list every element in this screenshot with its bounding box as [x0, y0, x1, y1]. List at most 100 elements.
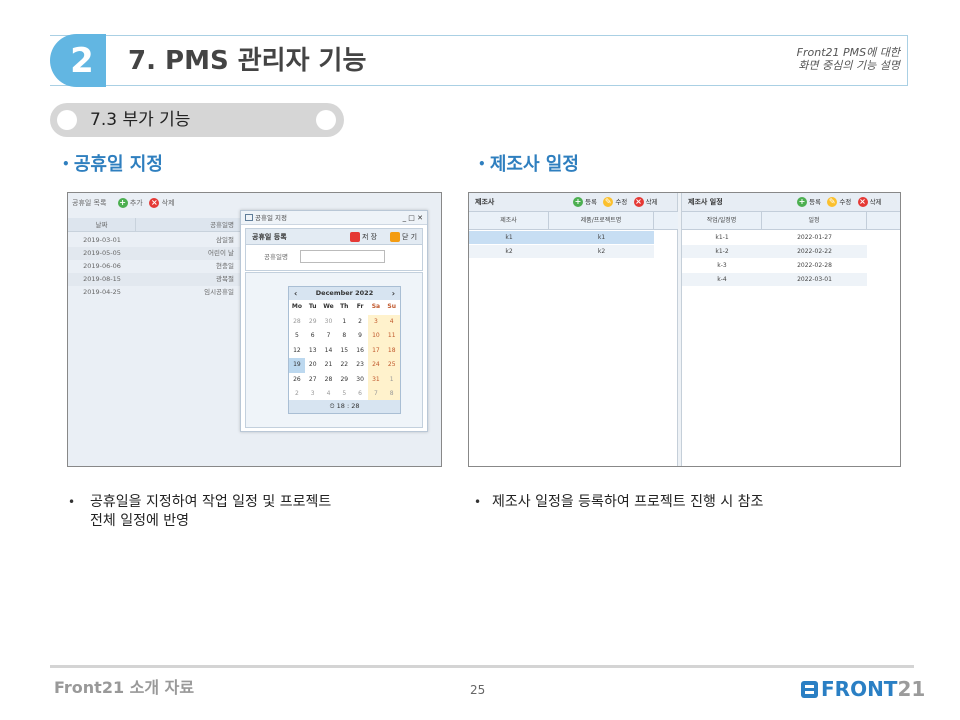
table-row[interactable]: k-4 2022-03-01 [682, 273, 867, 286]
delete-icon[interactable]: × [633, 197, 644, 207]
delete-icon[interactable]: × [149, 198, 160, 208]
edit-icon[interactable]: ✎ [827, 197, 838, 207]
calendar-day[interactable]: 29 [336, 373, 352, 388]
calendar-day[interactable]: 3 [368, 314, 384, 329]
calendar-day[interactable]: 27 [305, 373, 321, 388]
manufacturer-screenshot: 제조사 + 등록 ✎ 수정 × 삭제 제조사 제품/프로젝트명 k1 k1 k2… [468, 192, 901, 467]
table-row[interactable]: k1-2 2022-02-22 [682, 245, 867, 258]
calendar-day[interactable]: 24 [368, 358, 384, 373]
col-schedule[interactable]: 일정 [762, 212, 867, 230]
add-icon[interactable]: + [797, 197, 807, 207]
schedule-toolbar: + 등록 ✎ 수정 × 삭제 [797, 197, 882, 208]
add-icon[interactable]: + [573, 197, 583, 207]
calendar-day[interactable]: 5 [289, 329, 305, 344]
manufacturer-toolbar: + 등록 ✎ 수정 × 삭제 [573, 197, 658, 208]
left-section-title: • 공휴일 지정 [62, 154, 163, 175]
calendar-day[interactable]: 10 [368, 329, 384, 344]
calendar-day[interactable]: 1 [336, 315, 352, 330]
calendar-day[interactable]: 30 [352, 373, 368, 388]
time-value: 18 : 28 [336, 402, 360, 410]
manufacturer-pane-title: 제조사 [475, 198, 495, 206]
table-row[interactable]: 2019-06-06 현충일 [68, 260, 240, 273]
table-row[interactable]: 2019-08-15 광복절 [68, 273, 240, 286]
calendar-day[interactable]: 19 [289, 358, 305, 373]
calendar-day[interactable]: 11 [383, 329, 400, 344]
holiday-list-title: 공휴일 목록 [72, 199, 107, 207]
row-name: 임시공휴일 [204, 288, 234, 296]
schedule-pane-title: 제조사 일정 [688, 198, 723, 206]
row-name: 삼일절 [216, 236, 234, 244]
calendar-day[interactable]: 1 [383, 372, 400, 387]
calendar-day[interactable]: 14 [321, 344, 337, 359]
col-product[interactable]: 제품/프로젝트명 [549, 212, 654, 230]
calendar-day[interactable]: 21 [321, 358, 337, 373]
table-row[interactable]: 2019-04-25 임시공휴일 [68, 286, 240, 299]
calendar-time[interactable]: ⏲ 18 : 28 [289, 400, 400, 413]
row-task: k-3 [717, 262, 727, 269]
front21-logo: FRONT21 [801, 676, 925, 702]
calendar-day[interactable]: 26 [289, 373, 305, 388]
next-month-icon[interactable]: › [392, 287, 395, 300]
calendar-dow: Th [340, 303, 349, 310]
window-controls[interactable]: _ □ ✕ [403, 211, 423, 225]
dialog-titlebar[interactable]: 공휴일 지정 [241, 211, 427, 225]
edit-button[interactable]: 수정 [615, 198, 627, 206]
logo-number: 21 [897, 677, 926, 701]
calendar-day[interactable]: 28 [289, 315, 305, 330]
col-date-header[interactable]: 날짜 [68, 218, 136, 232]
calendar-day[interactable]: 16 [352, 344, 368, 359]
calendar-day[interactable]: 17 [368, 343, 384, 358]
calendar-day[interactable]: 25 [383, 358, 400, 373]
table-row[interactable]: 2019-05-05 어린이 날 [68, 247, 240, 260]
col-manufacturer[interactable]: 제조사 [469, 212, 549, 230]
calendar-day[interactable]: 23 [352, 358, 368, 373]
holiday-add-button[interactable]: 추가 [130, 199, 143, 207]
table-row[interactable]: 2019-03-01 삼일절 [68, 234, 240, 247]
row-date: 2022-03-01 [797, 276, 832, 283]
logo-text: FRONT [821, 677, 898, 701]
row-name: 어린이 날 [208, 249, 234, 257]
calendar-dow: We [323, 303, 334, 310]
calendar-day[interactable]: 15 [336, 344, 352, 359]
save-button[interactable]: 저 장 [350, 231, 377, 243]
pill-dot-left [57, 110, 77, 130]
delete-icon[interactable]: × [857, 197, 868, 207]
prev-month-icon[interactable]: ‹ [294, 287, 297, 300]
calendar-day[interactable]: 13 [305, 344, 321, 359]
edit-button[interactable]: 수정 [839, 198, 851, 206]
calendar-day[interactable]: 30 [321, 315, 337, 330]
delete-button[interactable]: 삭제 [870, 198, 882, 206]
calendar-day[interactable]: 7 [321, 329, 337, 344]
calendar-day[interactable]: 4 [383, 314, 400, 329]
calendar-day[interactable]: 18 [383, 343, 400, 358]
table-row[interactable]: k1 k1 [469, 231, 654, 244]
holiday-delete-button[interactable]: 삭제 [162, 199, 175, 207]
calendar-day[interactable]: 6 [305, 329, 321, 344]
col-task[interactable]: 작업/일정명 [682, 212, 762, 230]
row-date: 2022-01-27 [797, 234, 832, 241]
delete-button[interactable]: 삭제 [646, 198, 658, 206]
row-manufacturer: k1 [505, 234, 513, 241]
calendar-month[interactable]: December 2022 [316, 289, 373, 297]
table-row[interactable]: k2 k2 [469, 245, 654, 258]
close-button[interactable]: 닫 기 [390, 231, 417, 243]
register-button[interactable]: 등록 [585, 198, 597, 206]
calendar-day[interactable]: 12 [289, 344, 305, 359]
calendar-day[interactable]: 22 [336, 358, 352, 373]
calendar-day[interactable]: 9 [352, 329, 368, 344]
col-name-header[interactable]: 공휴일명 [148, 218, 234, 232]
calendar-day[interactable]: 8 [336, 329, 352, 344]
holiday-name-input[interactable] [300, 250, 385, 263]
calendar-dow: Mo [291, 303, 302, 310]
edit-icon[interactable]: ✎ [603, 197, 614, 207]
row-manufacturer: k2 [505, 248, 513, 255]
calendar-day[interactable]: 31 [368, 372, 384, 387]
calendar-day[interactable]: 20 [305, 358, 321, 373]
calendar-day[interactable]: 29 [305, 315, 321, 330]
table-row[interactable]: k-3 2022-02-28 [682, 259, 867, 272]
register-button[interactable]: 등록 [809, 198, 821, 206]
table-row[interactable]: k1-1 2022-01-27 [682, 231, 867, 244]
calendar-day[interactable]: 28 [321, 373, 337, 388]
add-icon[interactable]: + [117, 198, 128, 208]
calendar-day[interactable]: 2 [352, 315, 368, 330]
